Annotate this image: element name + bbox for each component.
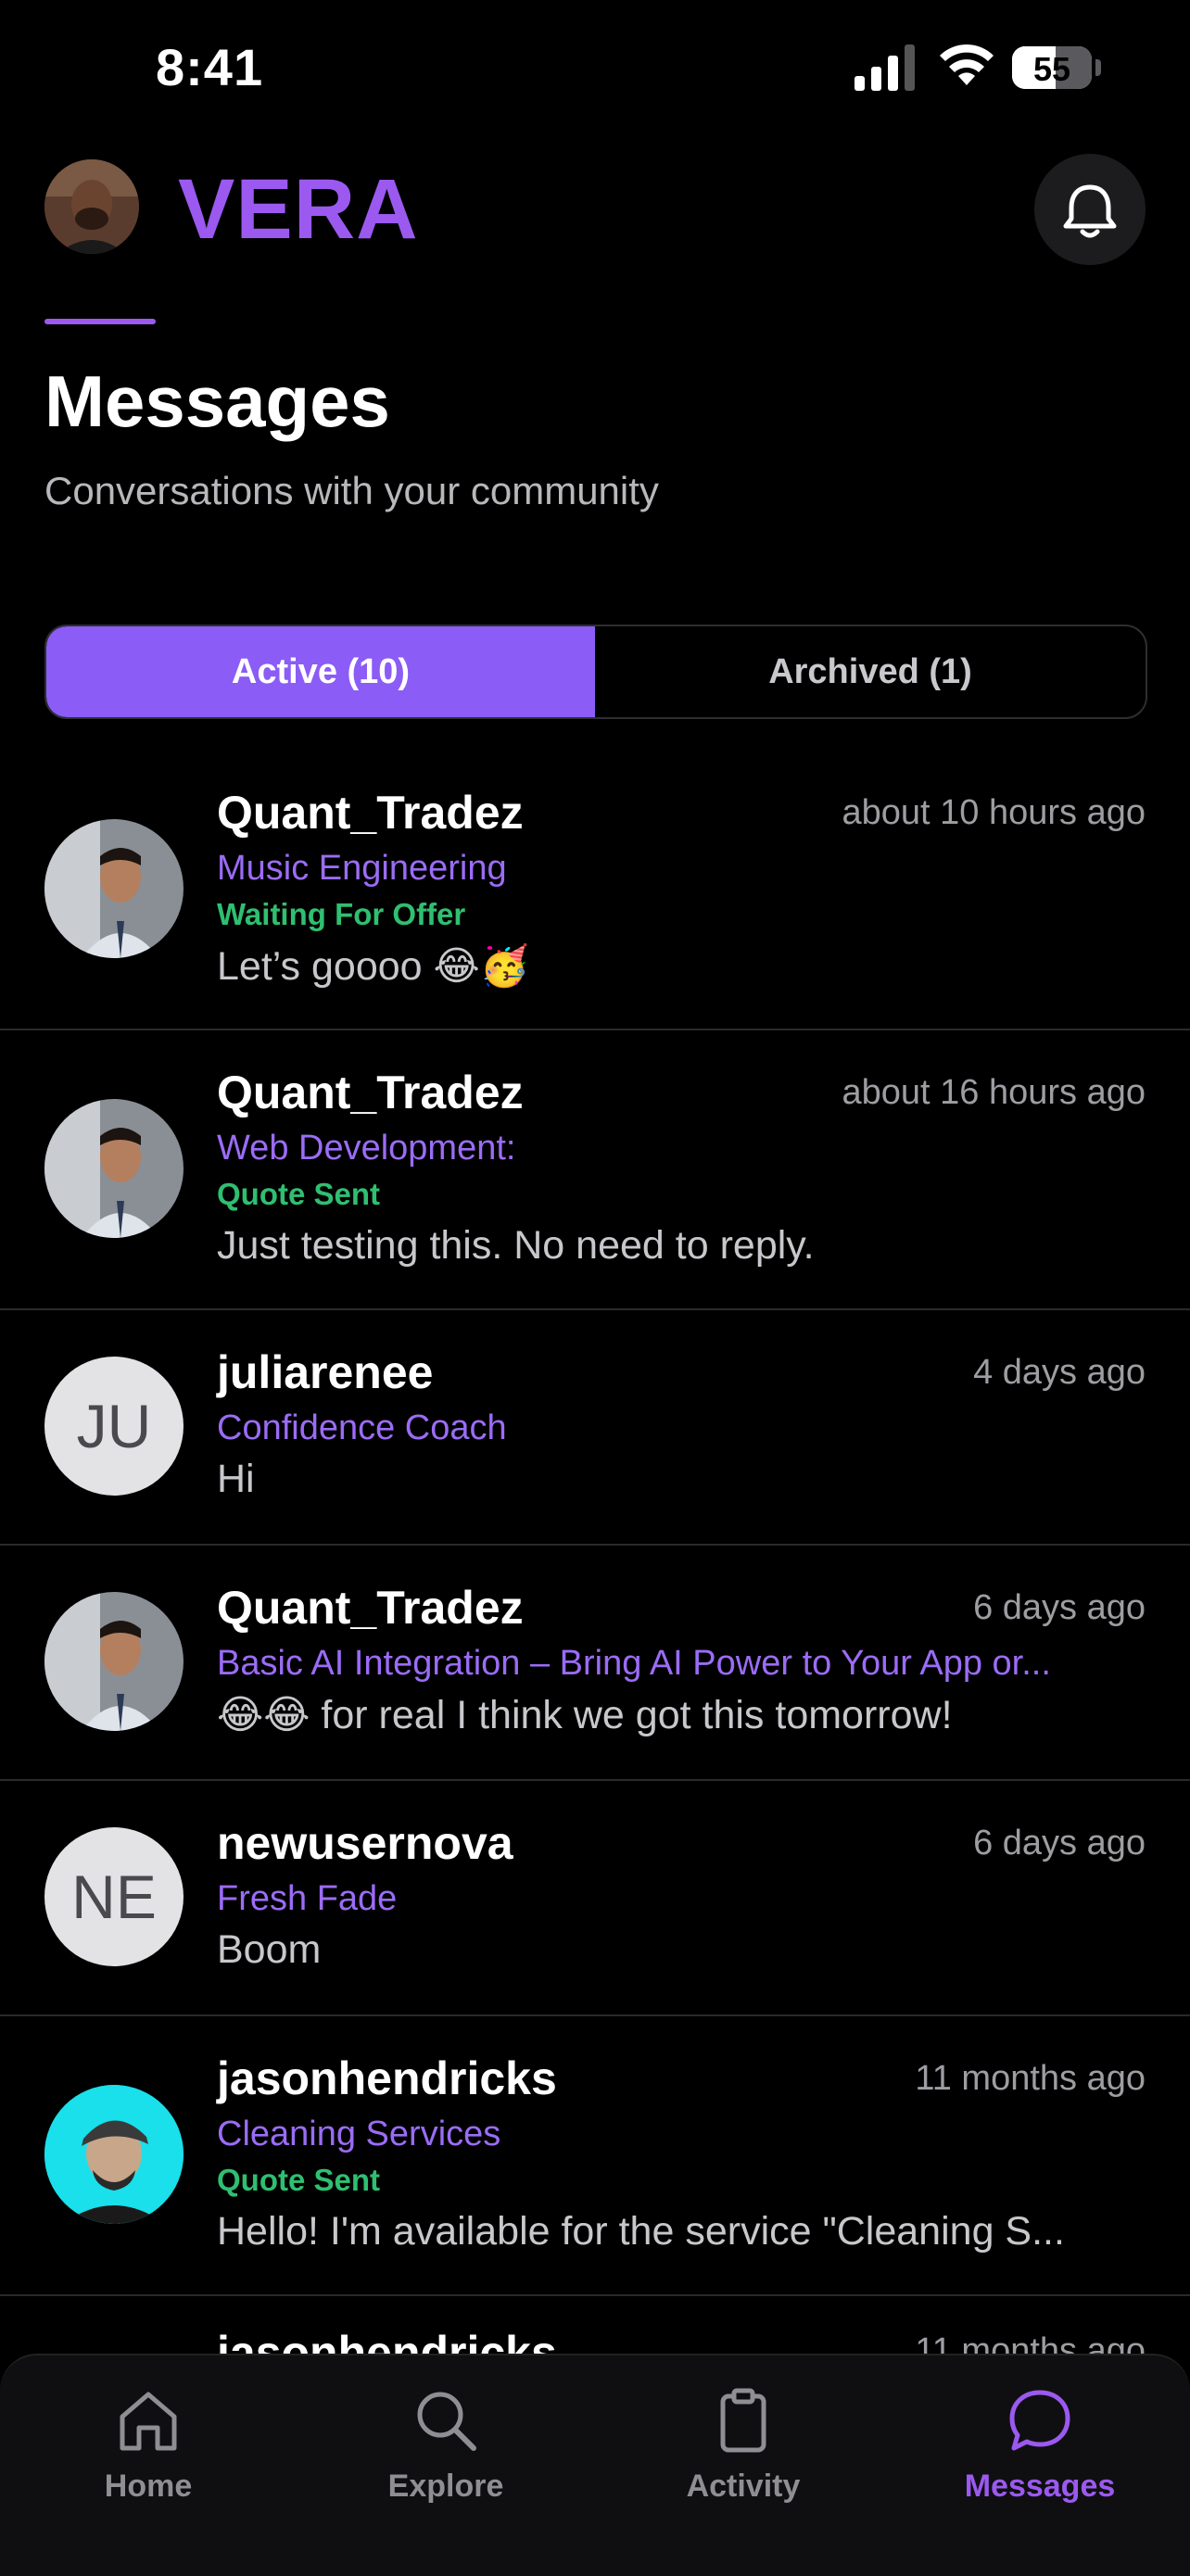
conversation-status: Quote Sent (217, 1177, 381, 1211)
wifi-icon (940, 44, 994, 85)
tab-activity[interactable]: Activity (651, 2383, 836, 2505)
conversation-name: jasonhendricks (217, 2052, 557, 2104)
conversation-preview: Just testing this. No need to reply. (217, 1223, 815, 1268)
notifications-button[interactable] (1034, 154, 1146, 265)
cellular-signal-icon (855, 43, 916, 91)
conversation-status: Quote Sent (217, 2163, 381, 2197)
conversation-row[interactable]: Quant_Tradez about 16 hours ago Web Deve… (0, 1029, 1190, 1310)
conversation-preview: Let’s goooo 😂🥳 (217, 944, 530, 989)
avatar (44, 2085, 184, 2224)
tab-home-label: Home (104, 2469, 193, 2504)
conversation-status: Waiting For Offer (217, 897, 466, 931)
conversation-time: 6 days ago (973, 1824, 1146, 1863)
battery-level: 55 (1032, 50, 1071, 88)
avatar: NE (44, 1827, 184, 1966)
conversation-service: Fresh Fade (217, 1879, 398, 1918)
clipboard-icon (720, 2388, 766, 2453)
tab-explore-label: Explore (387, 2469, 504, 2504)
user-avatar[interactable] (44, 159, 139, 254)
conversation-row[interactable]: JU juliarenee 4 days ago Confidence Coac… (0, 1308, 1190, 1546)
conversation-preview: Hello! I'm available for the service "Cl… (217, 2209, 1065, 2254)
conversation-preview: Boom (217, 1927, 322, 1972)
conversation-time: 6 days ago (973, 1588, 1146, 1627)
avatar (44, 1099, 184, 1238)
conversation-name: newusernova (217, 1817, 513, 1869)
status-time: 8:41 (156, 38, 264, 96)
page-title: Messages (44, 360, 390, 442)
conversation-service: Cleaning Services (217, 2115, 501, 2153)
avatar (44, 819, 184, 958)
conversation-row[interactable]: Quant_Tradez 6 days ago Basic AI Integra… (0, 1544, 1190, 1781)
avatar: JU (44, 1357, 184, 1496)
conversation-filter: Active (10) Archived (1) (44, 625, 1147, 719)
conversation-preview: Hi (217, 1457, 255, 1501)
title-accent-line (44, 319, 156, 324)
conversation-time: 4 days ago (973, 1353, 1146, 1392)
conversation-name: Quant_Tradez (217, 787, 524, 839)
tab-explore[interactable]: Explore (353, 2383, 538, 2505)
avatar (44, 1592, 184, 1731)
conversation-time: about 16 hours ago (842, 1073, 1146, 1112)
conversation-row[interactable]: NE newusernova 6 days ago Fresh Fade Boo… (0, 1779, 1190, 2016)
tab-home[interactable]: Home (56, 2383, 241, 2505)
conversation-name: Quant_Tradez (217, 1067, 524, 1118)
search-icon (417, 2392, 476, 2451)
chat-bubble-icon (1009, 2390, 1070, 2451)
conversation-service: Confidence Coach (217, 1408, 507, 1447)
conversation-time: about 10 hours ago (842, 793, 1146, 832)
brand-logo: VERA (178, 162, 419, 257)
tab-messages-label: Messages (964, 2469, 1116, 2504)
conversation-name: Quant_Tradez (217, 1582, 524, 1634)
app-header: VERA (0, 148, 1190, 278)
conversation-service: Web Development: (217, 1129, 516, 1168)
tab-messages[interactable]: Messages (947, 2383, 1133, 2505)
conversation-preview: 😂😂 for real I think we got this tomorrow… (217, 1693, 953, 1737)
battery-cap (1095, 59, 1101, 76)
page-subtitle: Conversations with your community (44, 469, 659, 512)
home-icon (120, 2392, 177, 2451)
bell-icon (1063, 184, 1117, 238)
tab-active[interactable]: Active (10) (46, 626, 595, 717)
battery-icon: 55 (1012, 46, 1092, 89)
conversation-row[interactable]: jasonhendricks 11 months ago Cleaning Se… (0, 2014, 1190, 2296)
tab-archived[interactable]: Archived (1) (595, 626, 1146, 717)
status-bar: 8:41 55 (0, 0, 1190, 139)
conversation-service: Basic AI Integration – Bring AI Power to… (217, 1644, 1051, 1683)
bottom-tab-bar: Home Explore Activity Messages (0, 2354, 1190, 2576)
conversation-name: juliarenee (217, 1346, 434, 1398)
tab-activity-label: Activity (686, 2469, 801, 2504)
conversation-row[interactable]: Quant_Tradez about 10 hours ago Music En… (0, 747, 1190, 1030)
conversation-service: Music Engineering (217, 849, 507, 888)
conversation-time: 11 months ago (915, 2059, 1146, 2098)
